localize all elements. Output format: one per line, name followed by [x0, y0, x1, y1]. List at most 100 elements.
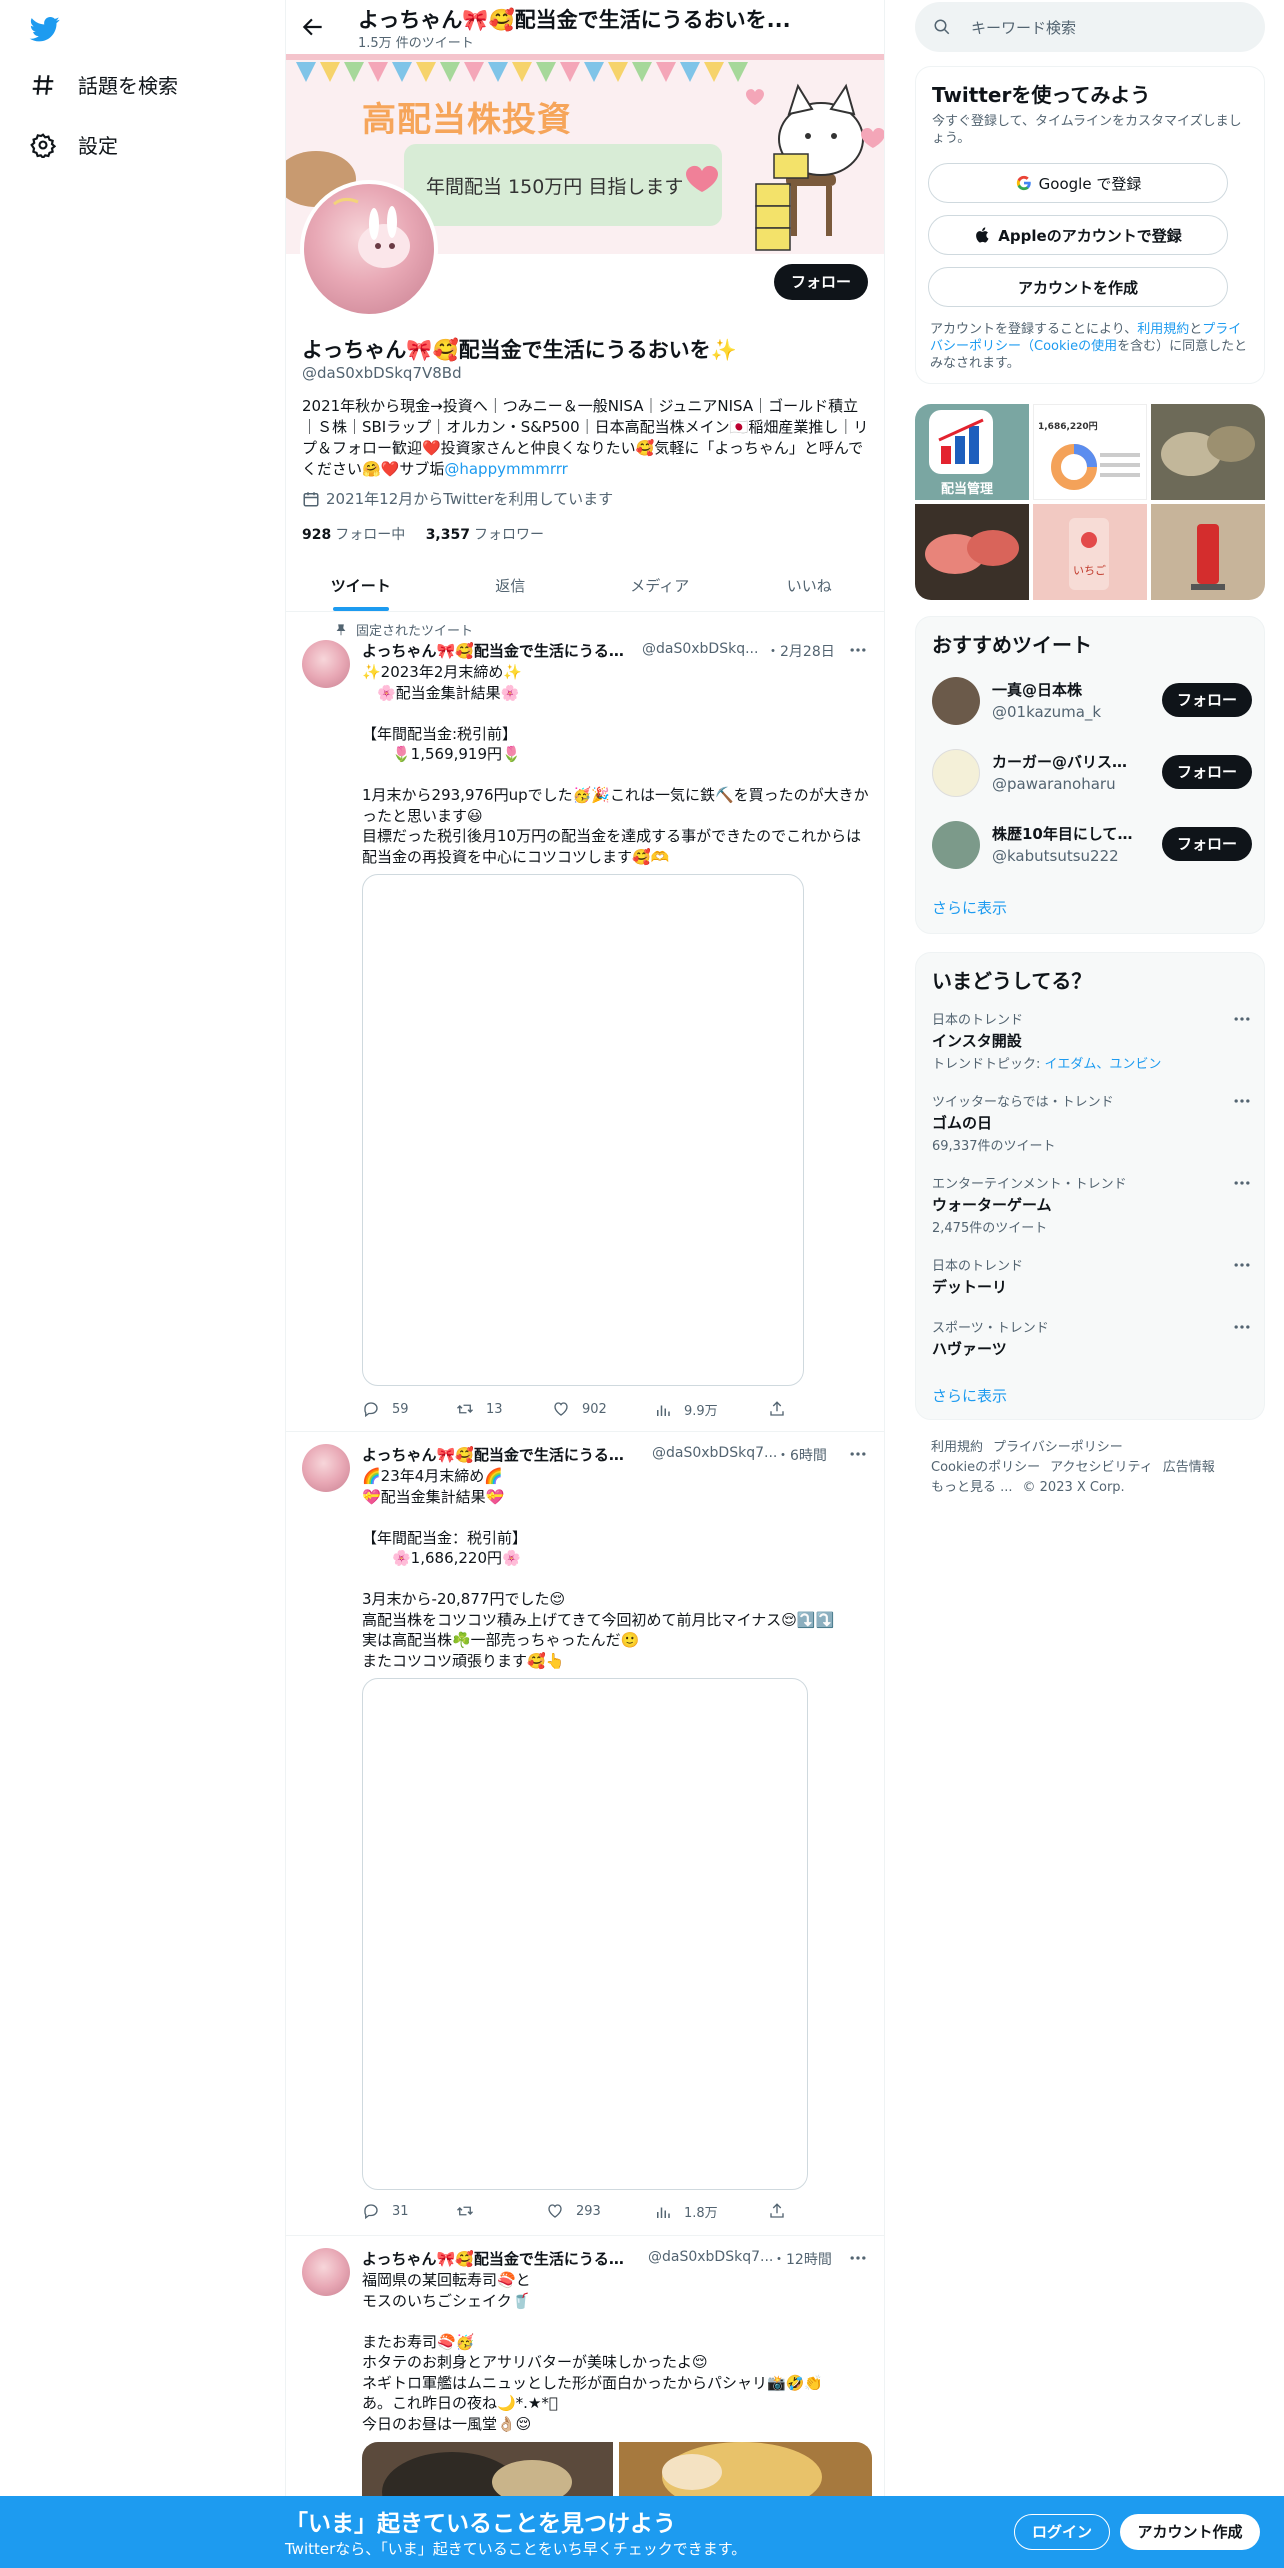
tweet-avatar[interactable] — [302, 2248, 350, 2296]
recommended-more-link[interactable]: さらに表示 — [932, 897, 1007, 918]
tweet-author-handle[interactable]: @daS0xbDSkq7... — [652, 1445, 777, 1461]
tweet-time[interactable]: ・12時間 — [772, 2249, 832, 2269]
share-icon — [770, 2203, 784, 2218]
media-thumb[interactable] — [1151, 404, 1265, 500]
footer-privacy-link[interactable]: プライバシーポリシー — [993, 1440, 1123, 1455]
media-thumb[interactable]: 1,686,220円 — [1033, 404, 1147, 500]
tweet-author-name[interactable]: よっちゃん🎀🥰配当金で生活にうるお... — [362, 2248, 632, 2269]
header-title: よっちゃん🎀🥰配当金で生活にうるおいを... — [358, 8, 791, 32]
follow-button[interactable]: フォロー — [1162, 827, 1252, 861]
like-count: 293 — [576, 2203, 601, 2219]
gear-icon — [30, 132, 56, 158]
search-box[interactable]: キーワード検索 — [915, 2, 1265, 52]
apple-icon — [976, 227, 989, 243]
tweet-time[interactable]: ・6時間 — [776, 1445, 827, 1465]
tweet-avatar[interactable] — [302, 640, 350, 688]
retweet-icon — [457, 2206, 473, 2216]
tweet-author-name[interactable]: よっちゃん🎀🥰配当金で生活にうるお... — [362, 1444, 632, 1465]
reply-button[interactable]: 59 — [362, 1400, 409, 1418]
followers-label: フォロワー — [473, 527, 544, 543]
tweet-time[interactable]: ・2月28日 — [766, 641, 835, 661]
recommended-user-name: カーガー@バリスタ... — [992, 753, 1142, 771]
recommended-user[interactable]: カーガー@バリスタ... @pawaranoharu フォロー — [932, 745, 1252, 801]
footer-ads-link[interactable]: 広告情報 — [1163, 1460, 1215, 1475]
tweet-avatar[interactable] — [302, 1444, 350, 1492]
tab-likes[interactable]: いいね — [735, 560, 885, 611]
follow-counts: 928 フォロー中 3,357 フォロワー — [302, 524, 544, 544]
profile-bio: 2021年秋から現金→投資へ｜つみニー＆一般NISA｜ジュニアNISA｜ゴールド… — [302, 396, 870, 480]
trend-item[interactable]: 日本のトレンド インスタ開設 トレンドトピック: イエダム、ユンビン — [932, 1009, 1252, 1072]
recommended-user-handle: @01kazuma_k — [992, 703, 1102, 721]
views-button[interactable]: 1.8万 — [654, 2202, 718, 2221]
trend-topic-links[interactable]: イエダム、ユンビン — [1045, 1057, 1162, 1072]
media-thumb[interactable]: いちご — [1033, 504, 1147, 600]
tweet-author-handle[interactable]: @daS0xbDSkq7... — [648, 2249, 773, 2265]
terms-link[interactable]: 利用規約 — [1137, 322, 1189, 337]
share-button[interactable] — [768, 1400, 798, 1418]
following-link[interactable]: 928 フォロー中 — [302, 527, 405, 543]
media-thumb[interactable] — [915, 504, 1029, 600]
login-button[interactable]: ログイン — [1014, 2514, 1110, 2550]
trends-more-link[interactable]: さらに表示 — [932, 1385, 1007, 1406]
retweet-button[interactable]: 13 — [456, 1400, 503, 1418]
media-thumbnails: 配当管理 1,686,220円 いちご — [915, 404, 1265, 600]
recommended-user[interactable]: 株歴10年目にして配... @kabutsutsu222 フォロー — [932, 817, 1252, 873]
tweet-author-name[interactable]: よっちゃん🎀🥰配当金で生活にうるお... — [362, 640, 632, 661]
nav-settings[interactable]: 設定 — [30, 130, 118, 159]
twitter-bird-icon[interactable] — [28, 14, 62, 44]
retweet-button[interactable] — [456, 2202, 486, 2220]
tab-replies[interactable]: 返信 — [436, 560, 586, 611]
footer-more-link[interactable]: もっと見る ... — [931, 1480, 1013, 1495]
views-button[interactable]: 9.9万 — [654, 1400, 718, 1419]
followers-link[interactable]: 3,357 フォロワー — [426, 527, 544, 543]
tweet-author-handle[interactable]: @daS0xbDSkq... — [642, 641, 758, 657]
apple-signup-button[interactable]: Appleのアカウントで登録 — [928, 215, 1228, 255]
google-signup-button[interactable]: Google で登録 — [928, 163, 1228, 203]
trend-item[interactable]: スポーツ・トレンド ハヴァーツ — [932, 1317, 1252, 1359]
cookie-link[interactable]: （Cookieの使用 — [1021, 339, 1117, 354]
back-arrow-icon[interactable] — [300, 14, 326, 40]
share-button[interactable] — [768, 2202, 798, 2220]
recommended-user[interactable]: 一真@日本株 @01kazuma_k フォロー — [932, 673, 1252, 729]
tweet-media[interactable] — [362, 1678, 808, 2190]
footer-cookie-link[interactable]: Cookieのポリシー — [931, 1460, 1040, 1475]
more-options-icon[interactable] — [848, 640, 868, 660]
more-options-icon[interactable] — [1232, 1009, 1252, 1029]
follow-button[interactable]: フォロー — [774, 264, 868, 300]
nav-explore[interactable]: 話題を検索 — [30, 70, 178, 99]
more-options-icon[interactable] — [848, 1444, 868, 1464]
follow-button[interactable]: フォロー — [1162, 683, 1252, 717]
more-options-icon[interactable] — [1232, 1317, 1252, 1337]
signup-legal: アカウントを登録することにより、利用規約とプライバシーポリシー（Cookieの使… — [930, 321, 1250, 372]
trend-item[interactable]: エンターテインメント・トレンド ウォーターゲーム 2,475件のツイート — [932, 1173, 1252, 1236]
create-account-button[interactable]: アカウントを作成 — [928, 267, 1228, 307]
trend-item[interactable]: 日本のトレンド デットーリ — [932, 1255, 1252, 1297]
banner-goal: 年間配当 150万円 目指します — [426, 176, 684, 198]
tab-media[interactable]: メディア — [585, 560, 735, 611]
profile-avatar[interactable] — [300, 180, 438, 318]
avatar[interactable] — [932, 749, 980, 797]
signup-button[interactable]: アカウント作成 — [1120, 2514, 1260, 2550]
more-options-icon[interactable] — [848, 2248, 868, 2268]
more-options-icon[interactable] — [1232, 1091, 1252, 1111]
follow-button[interactable]: フォロー — [1162, 755, 1252, 789]
media-thumb[interactable] — [1151, 504, 1265, 600]
trend-item[interactable]: ツイッターならでは・トレンド ゴムの日 69,337件のツイート — [932, 1091, 1252, 1154]
avatar[interactable] — [932, 821, 980, 869]
tweet-pinned[interactable]: 固定されたツイート よっちゃん🎀🥰配当金で生活にうるお... @daS0xbDS… — [286, 612, 884, 1432]
footer-terms-link[interactable]: 利用規約 — [931, 1440, 983, 1455]
tweet-media[interactable] — [362, 874, 804, 1386]
like-button[interactable]: 293 — [546, 2202, 601, 2220]
bio-link[interactable]: @happymmmrrr — [444, 460, 567, 478]
trend-name: デットーリ — [932, 1278, 1008, 1296]
tab-tweets[interactable]: ツイート — [286, 560, 436, 611]
more-options-icon[interactable] — [1232, 1255, 1252, 1275]
left-navigation: 話題を検索 設定 — [0, 0, 285, 2568]
media-thumb[interactable]: 配当管理 — [915, 404, 1029, 500]
reply-button[interactable]: 31 — [362, 2202, 409, 2220]
like-button[interactable]: 902 — [552, 1400, 607, 1418]
footer-accessibility-link[interactable]: アクセシビリティ — [1050, 1460, 1153, 1475]
tweet[interactable]: よっちゃん🎀🥰配当金で生活にうるお... @daS0xbDSkq7... ・6時… — [286, 1432, 884, 2236]
avatar[interactable] — [932, 677, 980, 725]
more-options-icon[interactable] — [1232, 1173, 1252, 1193]
